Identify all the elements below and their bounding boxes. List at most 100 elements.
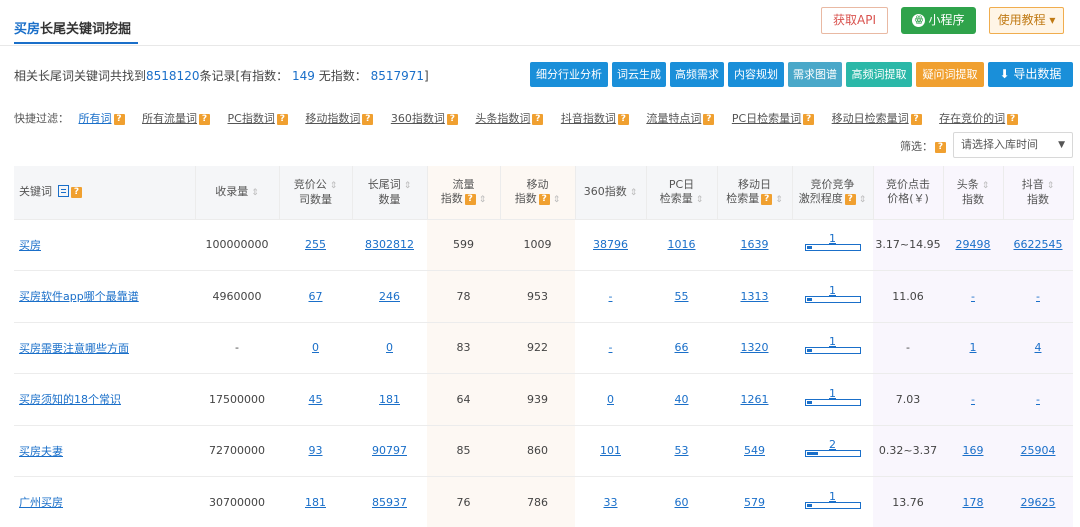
list-icon[interactable] xyxy=(58,185,69,197)
question-word-extract-button[interactable]: 疑问词提取 xyxy=(916,62,984,87)
mobile-daily-search-link[interactable]: 579 xyxy=(717,477,792,527)
douyin-index-link[interactable]: - xyxy=(1003,271,1073,323)
pc-daily-search-link[interactable]: 40 xyxy=(646,374,717,426)
filter-toutiao-index-words[interactable]: 头条指数词? xyxy=(475,112,543,125)
keyword-link[interactable]: 买房夫妻 xyxy=(14,425,195,477)
entry-time-select[interactable]: 请选择入库时间▼ xyxy=(953,132,1073,158)
bid-competition-bar[interactable]: 1 xyxy=(792,322,873,374)
longtail-count-link[interactable]: 246 xyxy=(352,271,427,323)
mobile-daily-search-link[interactable]: 1320 xyxy=(717,322,792,374)
pc-daily-search-link[interactable]: 60 xyxy=(646,477,717,527)
col-collect[interactable]: 收录量⇕ xyxy=(195,166,279,219)
sort-icon[interactable]: ⇕ xyxy=(553,195,561,205)
sort-icon[interactable]: ⇕ xyxy=(404,181,412,191)
douyin-index-link[interactable]: - xyxy=(1003,374,1073,426)
index-360-link[interactable]: 38796 xyxy=(575,219,646,271)
competition-bar[interactable]: 1 xyxy=(805,493,861,509)
col-bid-competition[interactable]: 竞价竞争激烈程度?⇕ xyxy=(792,166,873,219)
mobile-daily-search-link[interactable]: 1313 xyxy=(717,271,792,323)
douyin-index-link[interactable]: 4 xyxy=(1003,322,1073,374)
col-traffic-index[interactable]: 流量指数?⇕ xyxy=(427,166,500,219)
pc-daily-search-link[interactable]: 1016 xyxy=(646,219,717,271)
frequent-word-extract-button[interactable]: 高频词提取 xyxy=(846,62,912,87)
filter-traffic-words[interactable]: 所有流量词? xyxy=(142,112,210,125)
get-api-button[interactable]: 获取API xyxy=(821,7,888,34)
toutiao-index-link[interactable]: - xyxy=(943,374,1003,426)
competition-bar[interactable]: 1 xyxy=(805,287,861,303)
competition-bar[interactable]: 1 xyxy=(805,338,861,354)
mobile-daily-search-link[interactable]: 1639 xyxy=(717,219,792,271)
col-mobile-index[interactable]: 移动指数?⇕ xyxy=(500,166,575,219)
sort-icon[interactable]: ⇕ xyxy=(479,195,487,205)
index-360-link[interactable]: 101 xyxy=(575,425,646,477)
sort-icon[interactable]: ⇕ xyxy=(982,181,990,191)
keyword-link[interactable]: 买房 xyxy=(14,219,195,271)
pc-daily-search-link[interactable]: 66 xyxy=(646,322,717,374)
filter-bid-words[interactable]: 存在竞价的词? xyxy=(939,112,1018,125)
competition-bar[interactable]: 1 xyxy=(805,235,861,251)
toutiao-index-link[interactable]: 178 xyxy=(943,477,1003,527)
filter-360-index-words[interactable]: 360指数词? xyxy=(391,112,458,125)
longtail-count-link[interactable]: 85937 xyxy=(352,477,427,527)
douyin-index-link[interactable]: 29625 xyxy=(1003,477,1073,527)
col-douyin-index[interactable]: 抖音⇕指数 xyxy=(1003,166,1073,219)
content-planning-button[interactable]: 内容规划 xyxy=(728,62,784,87)
industry-analysis-button[interactable]: 细分行业分析 xyxy=(530,62,608,87)
mobile-daily-search-link[interactable]: 1261 xyxy=(717,374,792,426)
bid-companies-link[interactable]: 0 xyxy=(279,322,352,374)
demand-graph-button[interactable]: 需求图谱 xyxy=(788,62,842,87)
filter-all-words[interactable]: 所有词? xyxy=(79,112,125,125)
toutiao-index-link[interactable]: 29498 xyxy=(943,219,1003,271)
keyword-link[interactable]: 买房软件app哪个最靠谱 xyxy=(14,271,195,323)
bid-companies-link[interactable]: 181 xyxy=(279,477,352,527)
word-cloud-button[interactable]: 词云生成 xyxy=(612,62,666,87)
sort-icon[interactable]: ⇕ xyxy=(330,181,338,191)
competition-bar[interactable]: 2 xyxy=(805,441,861,457)
bid-companies-link[interactable]: 255 xyxy=(279,219,352,271)
mini-program-button[interactable]: ꙮ小程序 xyxy=(901,7,976,34)
toutiao-index-link[interactable]: 169 xyxy=(943,425,1003,477)
toutiao-index-link[interactable]: 1 xyxy=(943,322,1003,374)
competition-bar[interactable]: 1 xyxy=(805,390,861,406)
mobile-daily-search-link[interactable]: 549 xyxy=(717,425,792,477)
toutiao-index-link[interactable]: - xyxy=(943,271,1003,323)
bid-companies-link[interactable]: 93 xyxy=(279,425,352,477)
index-360-link[interactable]: - xyxy=(575,322,646,374)
longtail-count-link[interactable]: 181 xyxy=(352,374,427,426)
bid-competition-bar[interactable]: 1 xyxy=(792,477,873,527)
index-360-link[interactable]: - xyxy=(575,271,646,323)
bid-companies-link[interactable]: 45 xyxy=(279,374,352,426)
filter-pc-index-words[interactable]: PC指数词? xyxy=(228,112,288,125)
keyword-link[interactable]: 买房须知的18个常识 xyxy=(14,374,195,426)
pc-daily-search-link[interactable]: 55 xyxy=(646,271,717,323)
longtail-count-link[interactable]: 90797 xyxy=(352,425,427,477)
filter-pc-daily-search-words[interactable]: PC日检索量词? xyxy=(732,112,814,125)
tutorial-dropdown-button[interactable]: 使用教程 ▾ xyxy=(989,7,1064,34)
frequent-demand-button[interactable]: 高频需求 xyxy=(670,62,724,87)
longtail-count-link[interactable]: 0 xyxy=(352,322,427,374)
sort-icon[interactable]: ⇕ xyxy=(696,195,704,205)
filter-mobile-daily-search-words[interactable]: 移动日检索量词? xyxy=(832,112,922,125)
keyword-link[interactable]: 广州买房 xyxy=(14,477,195,527)
bid-competition-bar[interactable]: 1 xyxy=(792,374,873,426)
keyword-link[interactable]: 买房需要注意哪些方面 xyxy=(14,322,195,374)
col-bid-companies[interactable]: 竞价公⇕司数量 xyxy=(279,166,352,219)
filter-mobile-index-words[interactable]: 移动指数词? xyxy=(305,112,373,125)
sort-icon[interactable]: ⇕ xyxy=(630,188,638,198)
filter-traffic-feature-words[interactable]: 流量特点词? xyxy=(646,112,714,125)
pc-daily-search-link[interactable]: 53 xyxy=(646,425,717,477)
longtail-count-link[interactable]: 8302812 xyxy=(352,219,427,271)
col-keyword[interactable]: 关键词? xyxy=(14,166,195,219)
douyin-index-link[interactable]: 6622545 xyxy=(1003,219,1073,271)
sort-icon[interactable]: ⇕ xyxy=(251,188,259,198)
col-pc-daily-search[interactable]: PC日检索量⇕ xyxy=(646,166,717,219)
sort-icon[interactable]: ⇕ xyxy=(859,195,867,205)
index-360-link[interactable]: 33 xyxy=(575,477,646,527)
col-mobile-daily-search[interactable]: 移动日检索量?⇕ xyxy=(717,166,792,219)
export-data-button[interactable]: ⬇ 导出数据 xyxy=(988,62,1073,87)
col-toutiao-index[interactable]: 头条⇕指数 xyxy=(943,166,1003,219)
sort-icon[interactable]: ⇕ xyxy=(775,195,783,205)
douyin-index-link[interactable]: 25904 xyxy=(1003,425,1073,477)
filter-douyin-index-words[interactable]: 抖音指数词? xyxy=(561,112,629,125)
sort-icon[interactable]: ⇕ xyxy=(1047,181,1055,191)
